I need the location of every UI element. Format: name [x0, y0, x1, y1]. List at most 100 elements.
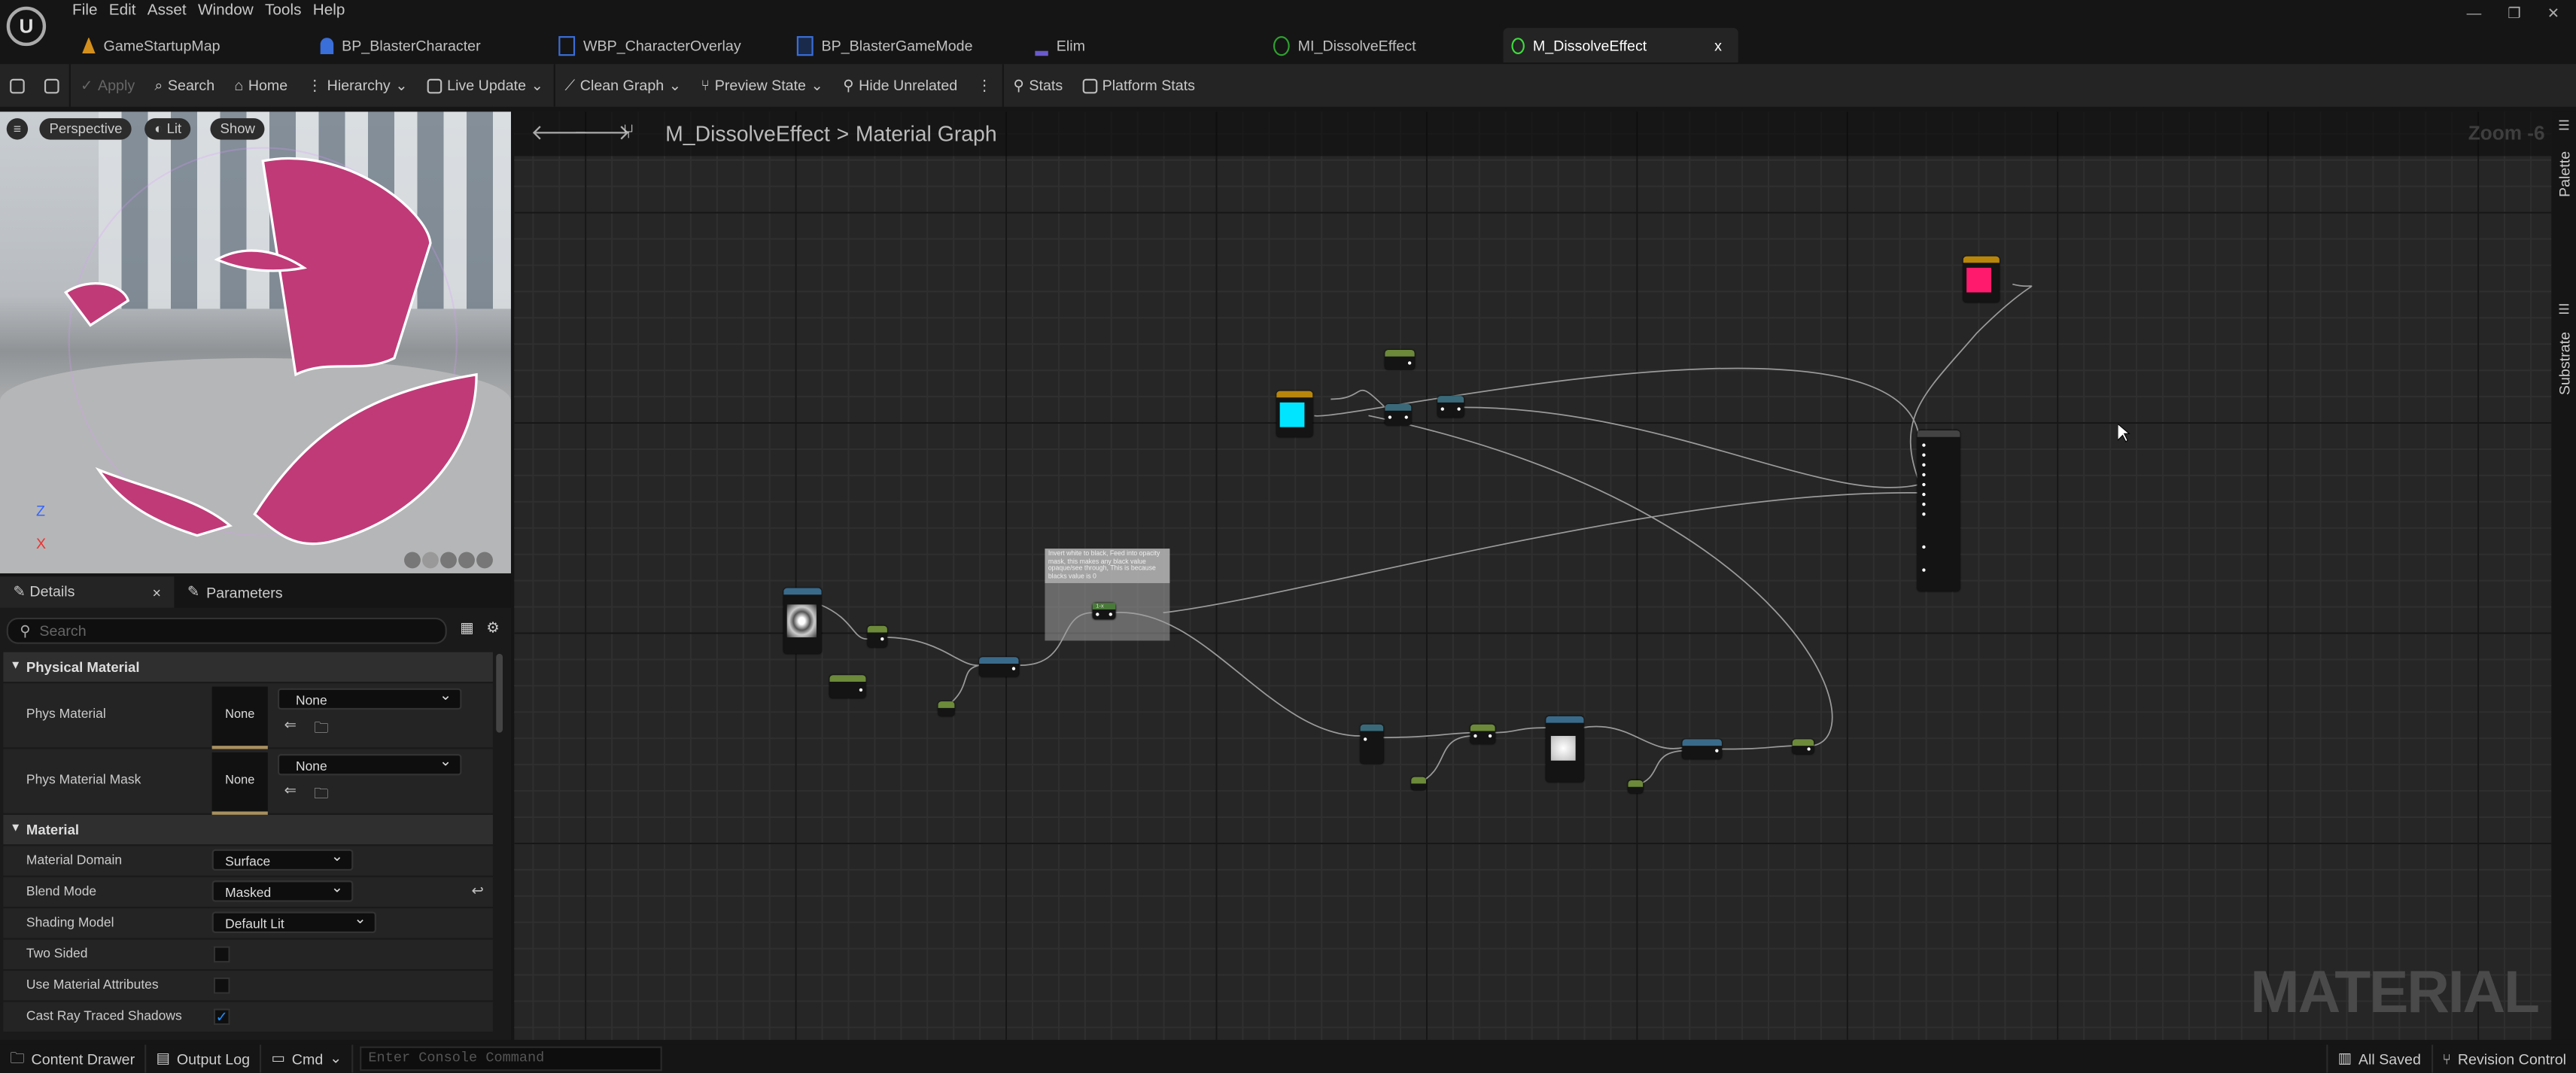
scalar-parameter-node[interactable] — [1385, 350, 1415, 370]
category-material[interactable]: ▼ Material — [3, 814, 493, 845]
cast-ray-traced-shadows-checkbox[interactable]: ✓ — [213, 1008, 230, 1026]
one-minus-node[interactable]: 1-x — [1092, 603, 1116, 620]
revision-control-button[interactable]: ⑂ Revision Control — [2432, 1044, 2576, 1072]
tab-bp-blastergamemode[interactable]: BP_BlasterGameMode — [789, 28, 1027, 62]
category-physical-material[interactable]: ▼ Physical Material — [3, 652, 493, 682]
step-node[interactable] — [1470, 724, 1495, 744]
browse-asset-icon[interactable]: 🗀 — [314, 716, 329, 743]
constant-node[interactable] — [938, 701, 955, 716]
browse-button[interactable] — [35, 64, 69, 107]
emissive-color-constant-node[interactable] — [1963, 256, 2000, 302]
platform-stats-button[interactable]: Platform Stats — [1072, 64, 1205, 107]
menu-edit[interactable]: Edit — [109, 0, 148, 23]
noise-texture-thumbnail — [786, 604, 817, 638]
all-saved-button[interactable]: ▥ All Saved — [2326, 1044, 2433, 1073]
texture-sample-node[interactable] — [783, 588, 822, 654]
live-update-icon — [427, 78, 443, 93]
phys-material-thumbnail[interactable]: None — [211, 686, 268, 749]
tab-gamestartupmap[interactable]: GameStartupMap — [74, 28, 312, 62]
plane-icon[interactable] — [440, 552, 457, 569]
tab-mi-dissolveeffect[interactable]: MI_DissolveEffect — [1265, 28, 1504, 62]
close-icon[interactable]: × — [152, 584, 160, 600]
multiply-node[interactable] — [1437, 396, 1464, 418]
menu-file[interactable]: File — [72, 0, 109, 23]
tab-parameters[interactable]: ✎ Parameters — [174, 576, 296, 607]
tab-close-icon[interactable]: x — [1714, 37, 1722, 53]
checkmark-icon: ✓ — [215, 1008, 228, 1026]
reroute-node[interactable] — [1792, 739, 1814, 755]
material-graph-canvas[interactable]: 🡐 🡒 ⑂ M_DissolveEffect > Material Graph … — [514, 111, 2552, 1040]
use-selected-icon[interactable]: ⇐ — [284, 782, 297, 800]
cylinder-icon[interactable] — [404, 552, 421, 569]
phys-material-mask-dropdown[interactable]: None — [277, 751, 462, 776]
phys-material-dropdown[interactable]: None — [277, 685, 462, 710]
stats-button[interactable]: ⚲ Stats — [1003, 64, 1072, 107]
tab-wbp-characteroverlay[interactable]: WBP_CharacterOverlay — [550, 28, 789, 62]
hierarchy-icon: ⋮ — [307, 76, 323, 93]
console-input[interactable]: Enter Console Command — [360, 1046, 663, 1071]
search-button[interactable]: ⌕ Search — [144, 64, 224, 107]
tab-details[interactable]: ✎ Details × — [0, 576, 175, 608]
output-log-button[interactable]: ▤ Output Log — [146, 1044, 262, 1073]
add-node[interactable] — [1360, 724, 1384, 764]
phys-material-mask-thumbnail[interactable]: None — [211, 752, 268, 815]
apply-button[interactable]: ✓ Apply — [71, 64, 144, 107]
comment-box[interactable]: Invert white to black, Feed into opacity… — [1045, 549, 1170, 641]
live-update-button[interactable]: Live Update ⌄ — [418, 64, 553, 107]
reset-to-default-icon[interactable]: ↩ — [472, 882, 484, 900]
material-preview-viewport[interactable]: ≡ Perspective ◐ Lit Show Z X — [0, 111, 511, 573]
lerp-node[interactable] — [979, 657, 1019, 677]
details-scrollbar[interactable] — [496, 653, 503, 733]
browse-asset-icon[interactable]: 🗀 — [314, 782, 329, 808]
unreal-logo[interactable]: U — [6, 6, 47, 47]
two-sided-checkbox[interactable] — [213, 946, 230, 963]
save-button[interactable] — [0, 64, 35, 107]
lit-button[interactable]: ◐ Lit — [144, 118, 192, 140]
clean-graph-button[interactable]: ⟋ Clean Graph ⌄ — [555, 64, 691, 107]
content-drawer-button[interactable]: 🗀 Content Drawer — [0, 1044, 147, 1073]
menu-tools[interactable]: Tools — [265, 0, 313, 23]
details-search-input[interactable]: ⚲ Search — [6, 617, 447, 644]
restore-icon[interactable]: ❐ — [2508, 5, 2521, 23]
cyan-color-constant-node[interactable] — [1276, 391, 1313, 437]
settings-gear-icon[interactable]: ⚙ — [486, 619, 500, 637]
tab-m-dissolveeffect[interactable]: M_DissolveEffect x — [1503, 28, 1738, 62]
table-view-icon[interactable]: ▦ — [460, 619, 474, 637]
substrate-tab[interactable]: Substrate — [2556, 332, 2573, 395]
close-window-icon[interactable]: ✕ — [2547, 5, 2559, 23]
home-button[interactable]: ⌂ Home — [224, 64, 297, 107]
palette-tab[interactable]: Palette — [2556, 151, 2573, 197]
teapot-icon[interactable] — [476, 552, 493, 569]
constant-node[interactable] — [1411, 777, 1426, 791]
cube-icon[interactable] — [458, 552, 475, 569]
menu-asset[interactable]: Asset — [148, 0, 198, 23]
lerp-node[interactable] — [1682, 739, 1722, 759]
show-button[interactable]: Show — [210, 118, 266, 140]
preview-shape-buttons[interactable] — [404, 552, 493, 569]
blend-mode-dropdown[interactable]: Masked — [211, 877, 354, 902]
constant-node[interactable] — [1628, 780, 1644, 794]
hide-unrelated-button[interactable]: ⚲ Hide Unrelated — [833, 64, 967, 107]
more-options-button[interactable]: ⋮ — [967, 64, 1002, 107]
menu-bar: File Edit Asset Window Tools Help — [72, 0, 357, 23]
minimize-icon[interactable]: — — [2467, 5, 2482, 23]
material-domain-dropdown[interactable]: Surface — [211, 846, 354, 871]
use-selected-icon[interactable]: ⇐ — [284, 716, 297, 734]
menu-window[interactable]: Window — [198, 0, 265, 23]
parameter-node[interactable] — [829, 675, 866, 698]
cmd-button[interactable]: ▭ Cmd ⌄ — [261, 1044, 354, 1073]
perspective-button[interactable]: Perspective — [39, 118, 132, 140]
hierarchy-button[interactable]: ⋮ Hierarchy ⌄ — [297, 64, 418, 107]
sphere-icon[interactable] — [422, 552, 439, 569]
use-material-attributes-checkbox[interactable] — [213, 977, 230, 994]
viewport-menu-button[interactable]: ≡ — [6, 118, 29, 140]
multiply-node[interactable] — [1385, 404, 1412, 426]
texture-sample-node[interactable] — [1546, 716, 1584, 783]
shading-model-dropdown[interactable]: Default Lit — [211, 908, 376, 934]
tab-bp-blastercharacter[interactable]: BP_BlasterCharacter — [312, 28, 551, 62]
small-node[interactable] — [867, 625, 887, 648]
material-result-node[interactable] — [1917, 430, 1960, 591]
tab-elim[interactable]: Elim — [1026, 28, 1265, 62]
menu-help[interactable]: Help — [313, 0, 357, 23]
preview-state-button[interactable]: ⑂ Preview State ⌄ — [691, 64, 833, 107]
